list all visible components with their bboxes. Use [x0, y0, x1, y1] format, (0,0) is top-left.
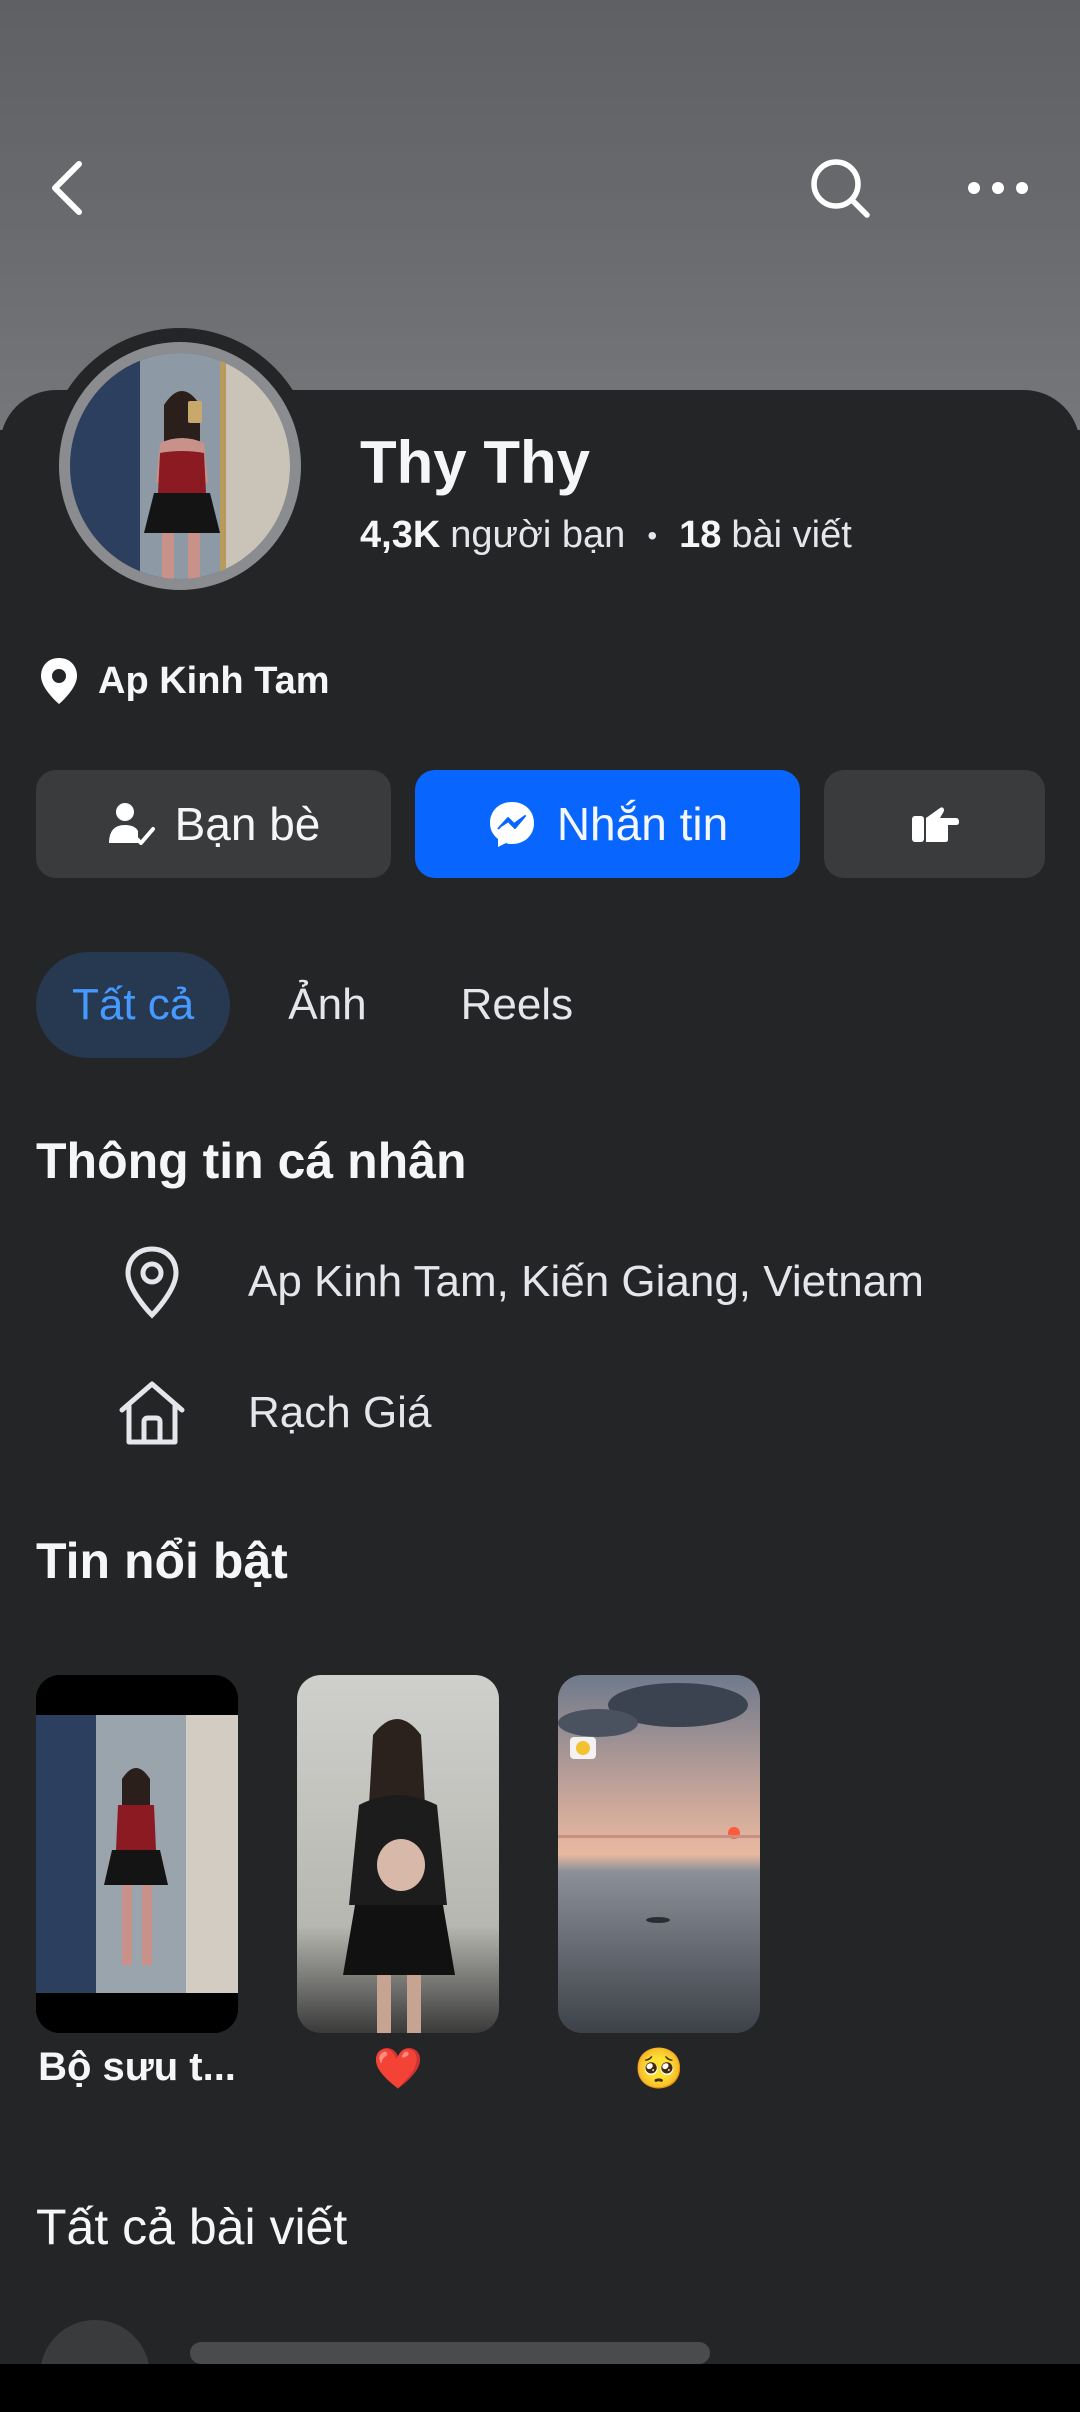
messenger-icon: [487, 799, 537, 849]
search-icon: [811, 159, 870, 218]
highlight-label: Bộ sưu t...: [38, 2045, 236, 2089]
profile-stats: 4,3K người bạn • 18 bài viết: [360, 514, 852, 557]
info-hometown: Rạch Giá: [56, 1378, 431, 1448]
highlight-item[interactable]: [558, 1675, 760, 2033]
location-outline-icon: [112, 1245, 192, 1319]
profile-tabs: Tất cả Ảnh Reels: [36, 952, 631, 1058]
back-arrow-icon: [52, 161, 82, 215]
tab-photos[interactable]: Ảnh: [252, 952, 402, 1058]
highlight-item[interactable]: [36, 1675, 238, 2033]
profile-avatar-ring[interactable]: [45, 328, 315, 604]
tab-all[interactable]: Tất cả: [36, 952, 231, 1058]
avatar-photo: [70, 353, 290, 579]
friends-count[interactable]: 4,3K: [360, 514, 440, 557]
poke-hand-icon: [910, 804, 960, 844]
highlight-thumbnail: [297, 1675, 499, 2033]
home-icon: [112, 1378, 192, 1448]
highlight-thumbnail: [36, 1675, 238, 2033]
back-button[interactable]: [22, 140, 118, 236]
profile-name: Thy Thy: [360, 429, 591, 496]
message-button-label: Nhắn tin: [556, 798, 729, 850]
profile-avatar[interactable]: [59, 342, 301, 590]
location-short-label: Ap Kinh Tam: [98, 659, 330, 702]
friends-button-label: Bạn bè: [174, 798, 321, 850]
friends-button[interactable]: Bạn bè: [36, 770, 391, 878]
more-options-button[interactable]: [950, 140, 1046, 236]
highlight-thumbnail: [558, 1675, 760, 2033]
posts-section-title: Tất cả bài viết: [36, 2199, 348, 2255]
stats-separator: •: [647, 519, 658, 551]
hometown-text: Rạch Giá: [248, 1388, 432, 1437]
tab-reels[interactable]: Reels: [425, 952, 610, 1058]
highlight-label: ❤️: [373, 2047, 423, 2091]
poke-button[interactable]: [824, 770, 1045, 878]
friends-label[interactable]: người bạn: [450, 514, 625, 557]
highlight-item[interactable]: [297, 1675, 499, 2033]
system-navigation-bar: [0, 2364, 1080, 2412]
message-button[interactable]: Nhắn tin: [415, 770, 800, 878]
current-city-text: Ap Kinh Tam, Kiến Giang, Vietnam: [248, 1257, 924, 1306]
friend-check-icon: [107, 801, 155, 847]
more-options-icon: [968, 182, 1028, 194]
profile-location: Ap Kinh Tam: [38, 656, 330, 706]
info-current-city: Ap Kinh Tam, Kiến Giang, Vietnam: [56, 1245, 924, 1319]
composer-prompt[interactable]: [190, 2342, 710, 2364]
about-section-title: Thông tin cá nhân: [36, 1133, 467, 1189]
highlight-label: 🥺: [634, 2047, 684, 2091]
posts-count: 18: [679, 514, 722, 556]
search-button[interactable]: [792, 140, 888, 236]
posts-label: bài viết: [731, 514, 852, 556]
highlights-section-title: Tin nổi bật: [36, 1533, 288, 1589]
location-pin-icon: [41, 658, 77, 704]
